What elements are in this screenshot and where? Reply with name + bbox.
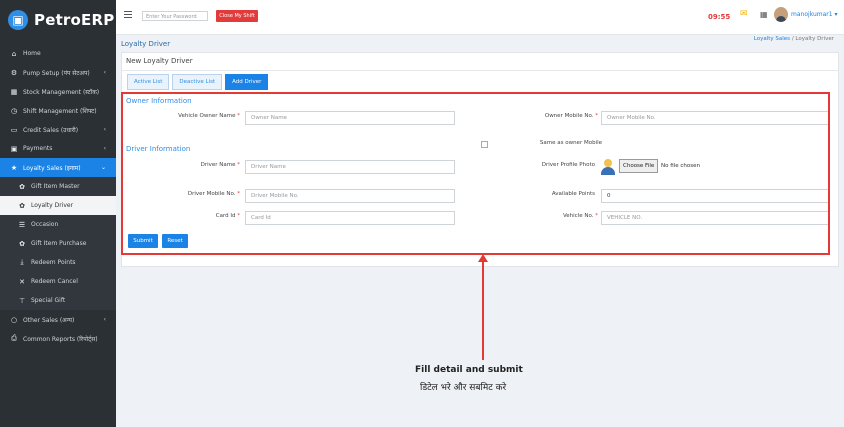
clock-icon: ◷	[10, 106, 18, 115]
sidebar-item-label: Common Reports (रिपोर्ट्स)	[23, 335, 98, 343]
chevron-left-icon: ‹	[103, 316, 106, 323]
sidebar-nav: ⌂ Home ⚙ Pump Setup (पंप सेटअप) ‹ ▦ Stoc…	[0, 44, 116, 348]
sidebar-item-gift-item-master[interactable]: ✿ Gift Item Master	[0, 177, 116, 196]
chevron-left-icon: ‹	[103, 69, 106, 76]
card-title: New Loyalty Driver	[126, 57, 193, 65]
brand[interactable]: ▣ PetroERP	[0, 0, 116, 40]
sidebar-item-label: Other Sales (अन्य)	[23, 316, 75, 324]
breadcrumb: Loyalty Sales / Loyalty Driver	[754, 36, 834, 42]
sidebar: ▣ PetroERP ⌂ Home ⚙ Pump Setup (पंप सेटअ…	[0, 0, 116, 427]
sidebar-item-occasion[interactable]: ☰ Occasion	[0, 215, 116, 234]
trophy-icon: ★	[10, 163, 18, 172]
sidebar-item-redeem-points[interactable]: ⤓ Redeem Points	[0, 253, 116, 272]
chevron-left-icon: ‹	[103, 145, 106, 152]
gift-icon: ✿	[19, 182, 25, 191]
brand-name: PetroERP	[34, 11, 115, 29]
sidebar-item-label: Stock Management (स्टॉक)	[23, 88, 100, 96]
tab-add-driver[interactable]: Add Driver	[225, 74, 269, 90]
cross-icon: ✕	[19, 277, 25, 286]
sidebar-item-label: Loyalty Driver	[31, 202, 74, 209]
sidebar-item-gift-item-purchase[interactable]: ✿ Gift Item Purchase	[0, 234, 116, 253]
sidebar-item-label: Redeem Cancel	[31, 278, 78, 285]
gift-icon: ✿	[19, 201, 25, 210]
filter-icon: ⊤	[18, 296, 26, 305]
sidebar-item-shift-management[interactable]: ◷ Shift Management (शिफ्ट)	[0, 101, 116, 120]
sidebar-item-label: Occasion	[31, 221, 59, 228]
breadcrumb-parent-link[interactable]: Loyalty Sales	[754, 36, 790, 42]
sidebar-item-credit-sales[interactable]: ▭ Credit Sales (उधारी) ‹	[0, 120, 116, 139]
chevron-left-icon: ‹	[103, 126, 106, 133]
sidebar-item-loyalty-sales[interactable]: ★ Loyalty Sales (इनाम) ⌄	[0, 158, 116, 177]
divider	[122, 70, 838, 71]
notification-icon[interactable]: ✉	[740, 9, 748, 19]
chevron-down-icon: ⌄	[100, 164, 106, 171]
brand-logo-icon: ▣	[8, 10, 28, 30]
sidebar-item-label: Gift Item Master	[31, 183, 80, 190]
password-input[interactable]: Enter Your Password	[142, 11, 208, 21]
cubes-icon: ▦	[10, 87, 18, 96]
app-root: ▣ PetroERP ⌂ Home ⚙ Pump Setup (पंप सेटअ…	[0, 0, 844, 427]
money-icon: ▣	[10, 144, 18, 153]
sidebar-item-label: Redeem Points	[31, 259, 76, 266]
menu-toggle-icon[interactable]	[124, 11, 132, 18]
sidebar-item-label: Pump Setup (पंप सेटअप)	[23, 69, 90, 77]
tab-deactive-list[interactable]: Deactive List	[172, 74, 223, 90]
sidebar-item-label: Loyalty Sales (इनाम)	[23, 164, 81, 172]
sidebar-item-special-gift[interactable]: ⊤ Special Gift	[0, 291, 116, 310]
arrow-line	[482, 260, 484, 360]
apps-grid-icon[interactable]: ▦	[760, 10, 768, 19]
close-shift-button[interactable]: Close My Shift	[216, 10, 258, 22]
sidebar-item-label: Home	[23, 50, 41, 57]
top-bar: Enter Your Password Close My Shift 09:55…	[116, 0, 844, 35]
download-icon: ⤓	[20, 258, 24, 266]
sidebar-item-redeem-cancel[interactable]: ✕ Redeem Cancel	[0, 272, 116, 291]
tab-active-list[interactable]: Active List	[127, 74, 170, 90]
card-icon: ▭	[10, 125, 18, 134]
page-title: Loyalty Driver	[121, 40, 171, 48]
gears-icon: ⚙	[10, 68, 18, 77]
sidebar-item-label: Special Gift	[31, 297, 66, 304]
home-icon: ⌂	[11, 49, 17, 58]
sidebar-item-label: Credit Sales (उधारी)	[23, 126, 79, 134]
tab-bar: Active List Deactive List Add Driver	[127, 74, 269, 90]
list-icon: ☰	[18, 220, 26, 229]
sidebar-item-label: Payments	[23, 145, 53, 152]
circle-icon: ○	[10, 315, 18, 324]
shift-timer: 09:55	[708, 13, 731, 21]
breadcrumb-separator: /	[791, 36, 794, 42]
sidebar-item-payments[interactable]: ▣ Payments ‹	[0, 139, 116, 158]
sidebar-item-common-reports[interactable]: ⎙ Common Reports (रिपोर्ट्स)	[0, 329, 116, 348]
sidebar-item-pump-setup[interactable]: ⚙ Pump Setup (पंप सेटअप) ‹	[0, 63, 116, 82]
breadcrumb-current: Loyalty Driver	[795, 36, 834, 42]
avatar[interactable]	[774, 7, 788, 22]
sidebar-item-label: Gift Item Purchase	[31, 240, 87, 247]
user-menu[interactable]: manojkumar1 ▾	[791, 11, 837, 18]
sidebar-item-home[interactable]: ⌂ Home	[0, 44, 116, 63]
sidebar-item-other-sales[interactable]: ○ Other Sales (अन्य) ‹	[0, 310, 116, 329]
sidebar-item-loyalty-driver[interactable]: ✿ Loyalty Driver	[0, 196, 116, 215]
sidebar-item-stock-management[interactable]: ▦ Stock Management (स्टॉक)	[0, 82, 116, 101]
print-icon: ⎙	[11, 334, 17, 342]
highlight-box	[121, 92, 830, 255]
instruction-english: Fill detail and submit	[415, 365, 523, 375]
instruction-hindi: डिटेल भरे और सबमिट करे	[420, 383, 507, 393]
gift-icon: ✿	[19, 239, 25, 248]
sidebar-item-label: Shift Management (शिफ्ट)	[23, 107, 97, 115]
